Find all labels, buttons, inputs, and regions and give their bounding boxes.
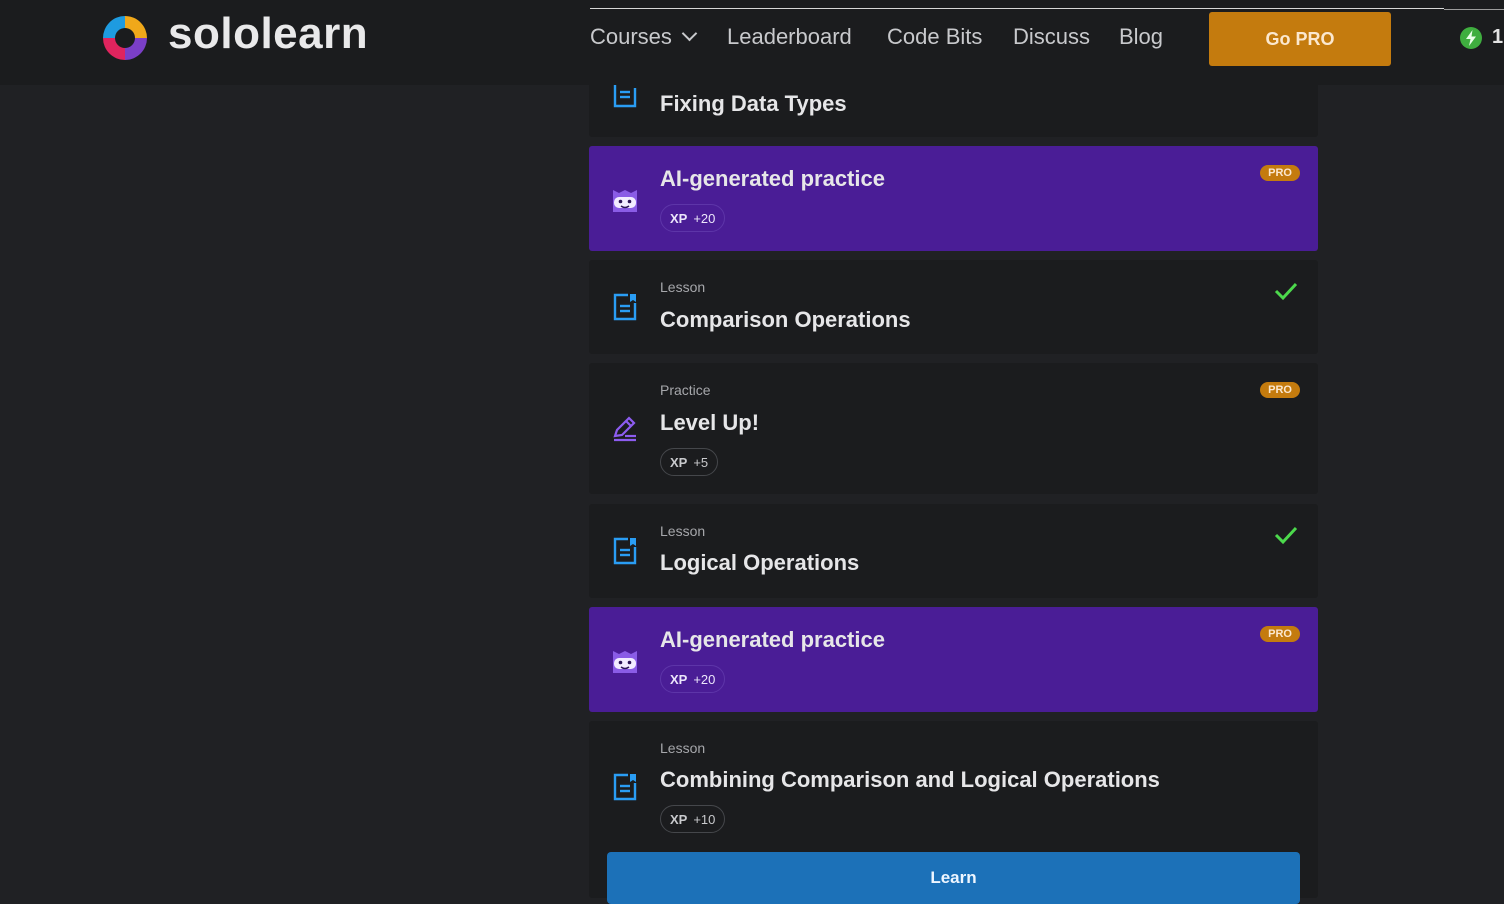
item-title: Fixing Data Types [660,91,847,116]
check-icon [1274,282,1298,301]
nav-discuss[interactable]: Discuss [1013,24,1090,50]
go-pro-button[interactable]: Go PRO [1209,12,1391,66]
xp-label: XP [670,454,688,470]
list-item[interactable]: Practice Level Up! XP +5 PRO [589,363,1318,494]
xp-value: +20 [693,210,716,226]
item-title: Level Up! [660,410,760,435]
ai-bot-icon [613,190,637,212]
nav-courses-label: Courses [590,24,672,49]
xp-label: XP [670,210,688,226]
item-kind: Lesson [660,740,706,756]
sololearn-logo-icon[interactable] [97,10,153,66]
item-title: Combining Comparison and Logical Operati… [660,767,1160,792]
xp-label: XP [670,811,688,827]
check-icon [1274,526,1298,545]
ai-bot-icon [613,651,637,673]
pro-badge: PRO [1260,165,1300,181]
bolt-icon[interactable] [1460,27,1482,49]
list-item[interactable]: AI-generated practice XP +20 PRO [589,146,1318,251]
xp-value: +20 [693,671,716,687]
xp-badge: XP +20 [660,665,726,693]
nav-blog[interactable]: Blog [1119,24,1163,50]
xp-badge: XP +20 [660,204,726,232]
streak-count: 1 [1492,26,1504,48]
xp-value: +10 [693,811,716,827]
lesson-icon [613,293,637,321]
pencil-icon [613,416,636,442]
xp-value: +5 [693,454,709,470]
item-kind: Lesson [660,279,706,295]
item-title: Logical Operations [660,550,860,575]
xp-badge: XP +10 [660,805,726,833]
item-title: AI-generated practice [660,627,885,652]
learn-button[interactable]: Learn [607,852,1300,904]
list-item[interactable]: AI-generated practice XP +20 PRO [589,607,1318,712]
item-kind: Practice [660,382,711,398]
item-title: Comparison Operations [660,307,911,332]
brand-name[interactable]: sololearn [168,9,368,59]
nav-courses[interactable]: Courses [590,24,698,50]
lesson-icon [613,537,637,565]
list-item[interactable]: Lesson Comparison Operations [589,260,1318,354]
lesson-icon [613,773,637,801]
nav-leaderboard[interactable]: Leaderboard [727,24,852,50]
xp-badge: XP +5 [660,448,719,476]
pro-badge: PRO [1260,382,1300,398]
top-navbar: sololearn Courses Leaderboard Code Bits … [0,0,1504,85]
nav-divider [590,8,1444,9]
xp-label: XP [670,671,688,687]
item-title: AI-generated practice [660,166,885,191]
chevron-down-icon [681,25,698,42]
nav-divider [1444,9,1504,10]
nav-code-bits[interactable]: Code Bits [887,24,982,50]
pro-badge: PRO [1260,626,1300,642]
list-item[interactable]: Lesson Logical Operations [589,504,1318,598]
item-kind: Lesson [660,523,706,539]
